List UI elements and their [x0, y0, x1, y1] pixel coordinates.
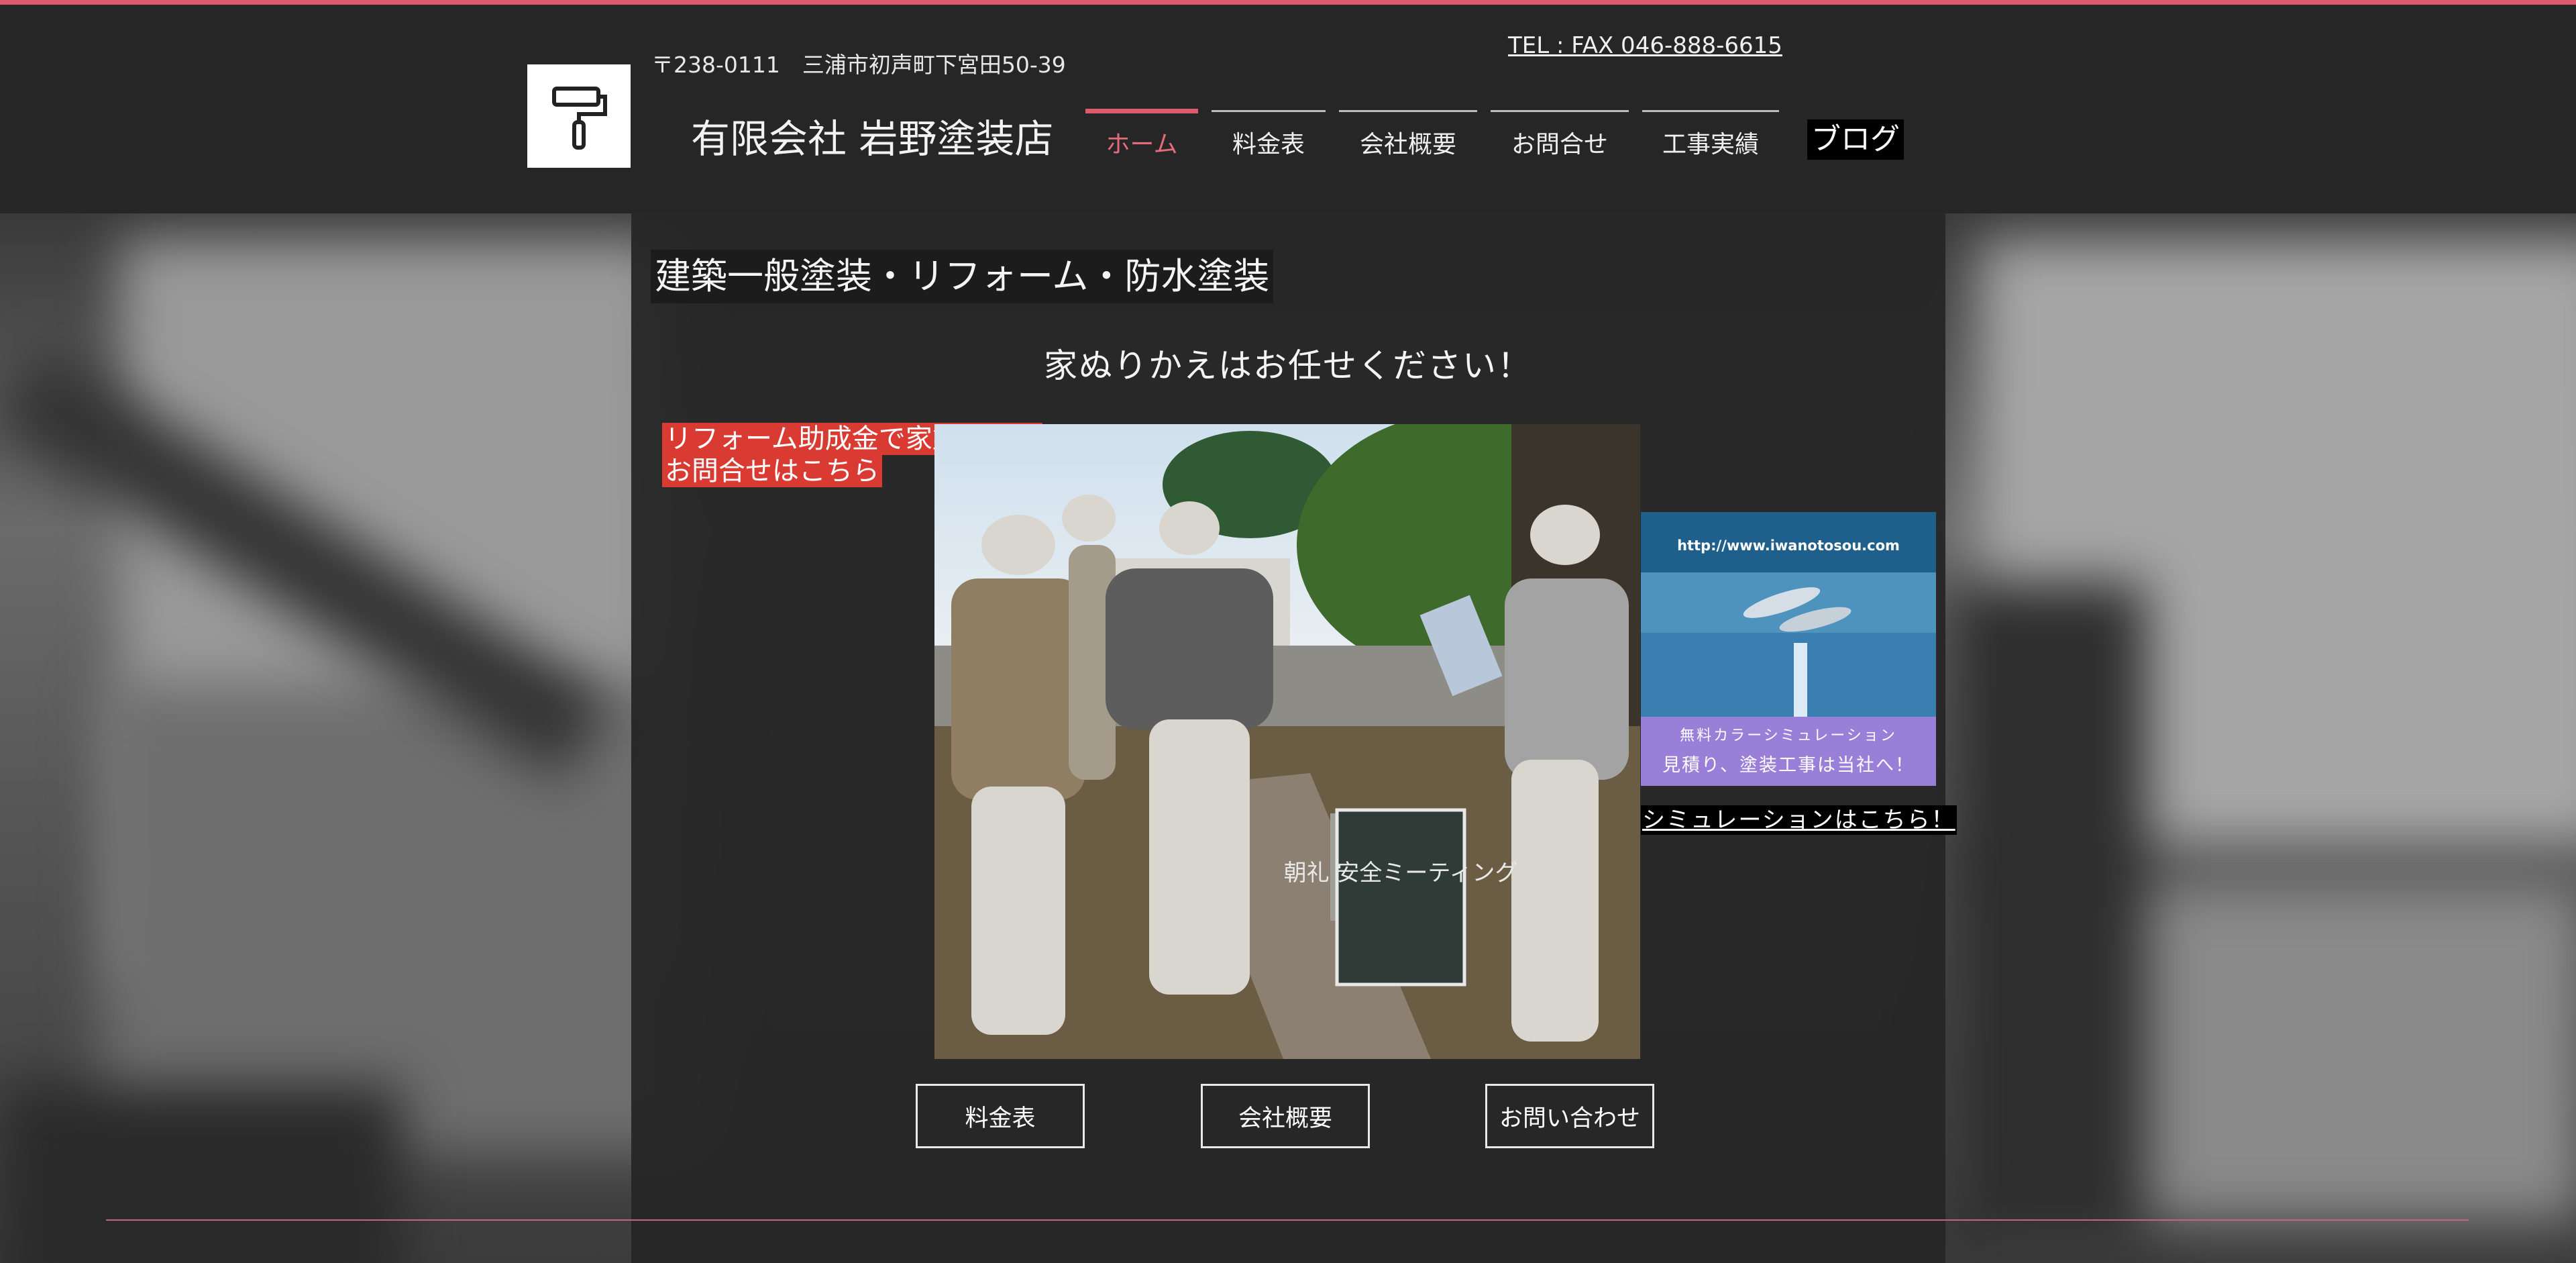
company-button[interactable]: 会社概要	[1201, 1084, 1370, 1148]
team-photo-illustration: 朝礼 安全ミーティング	[934, 424, 1640, 1059]
nav-company[interactable]: 会社概要	[1339, 110, 1477, 164]
nav-works[interactable]: 工事実績	[1642, 110, 1779, 164]
nav-works-label: 工事実績	[1662, 131, 1759, 158]
company-name[interactable]: 有限会社 岩野塗装店	[691, 107, 1053, 164]
nav-company-label: 会社概要	[1359, 131, 1456, 158]
nav-price[interactable]: 料金表	[1212, 110, 1326, 164]
nav-indicator	[1085, 109, 1198, 113]
photo-sign-text: 朝礼 安全ミーティング	[1284, 860, 1518, 887]
subsidy-line-2: お問合せはこちら	[662, 455, 882, 487]
nav-divider	[1339, 110, 1477, 112]
nav-divider	[1642, 110, 1779, 112]
nav-contact-label: お問合せ	[1511, 131, 1608, 158]
nav-home-label: ホーム	[1106, 131, 1178, 158]
page-headline: 建築一般塗装・リフォーム・防水塗装	[651, 250, 1274, 303]
banner-line-1: 無料カラーシミュレーション	[1680, 727, 1897, 744]
address-text: 〒238-0111 三浦市初声町下宮田50-39	[651, 52, 1066, 78]
top-accent-line	[0, 0, 2576, 5]
page-subheadline: 家ぬりかえはお任せください！	[1044, 346, 1532, 385]
paint-roller-icon	[552, 87, 607, 150]
simulation-link[interactable]: シミュレーションはこちら！	[1641, 805, 1957, 835]
banner-line-2: 見積り、塗装工事は当社へ！	[1662, 755, 1915, 776]
nav-divider	[1491, 110, 1629, 112]
simulation-banner[interactable]: http://www.iwanotosou.com 無料カラーシミュレーション …	[1641, 512, 1936, 786]
footer-divider	[106, 1219, 2469, 1221]
tel-fax-link[interactable]: TEL : FAX 046-888-6615	[1508, 32, 1782, 59]
banner-band: 無料カラーシミュレーション 見積り、塗装工事は当社へ！	[1641, 717, 1936, 786]
nav-divider	[1212, 110, 1326, 112]
nav-contact[interactable]: お問合せ	[1491, 110, 1629, 164]
blog-link[interactable]: ブログ	[1807, 119, 1904, 160]
nav-price-label: 料金表	[1232, 131, 1305, 158]
contact-button[interactable]: お問い合わせ	[1485, 1084, 1654, 1148]
site-header	[0, 5, 2576, 213]
team-photo: 朝礼 安全ミーティング	[934, 424, 1640, 1059]
banner-url: http://www.iwanotosou.com	[1677, 538, 1900, 554]
price-button[interactable]: 料金表	[916, 1084, 1085, 1148]
nav-home[interactable]: ホーム	[1085, 109, 1198, 164]
site-logo[interactable]	[527, 64, 631, 168]
